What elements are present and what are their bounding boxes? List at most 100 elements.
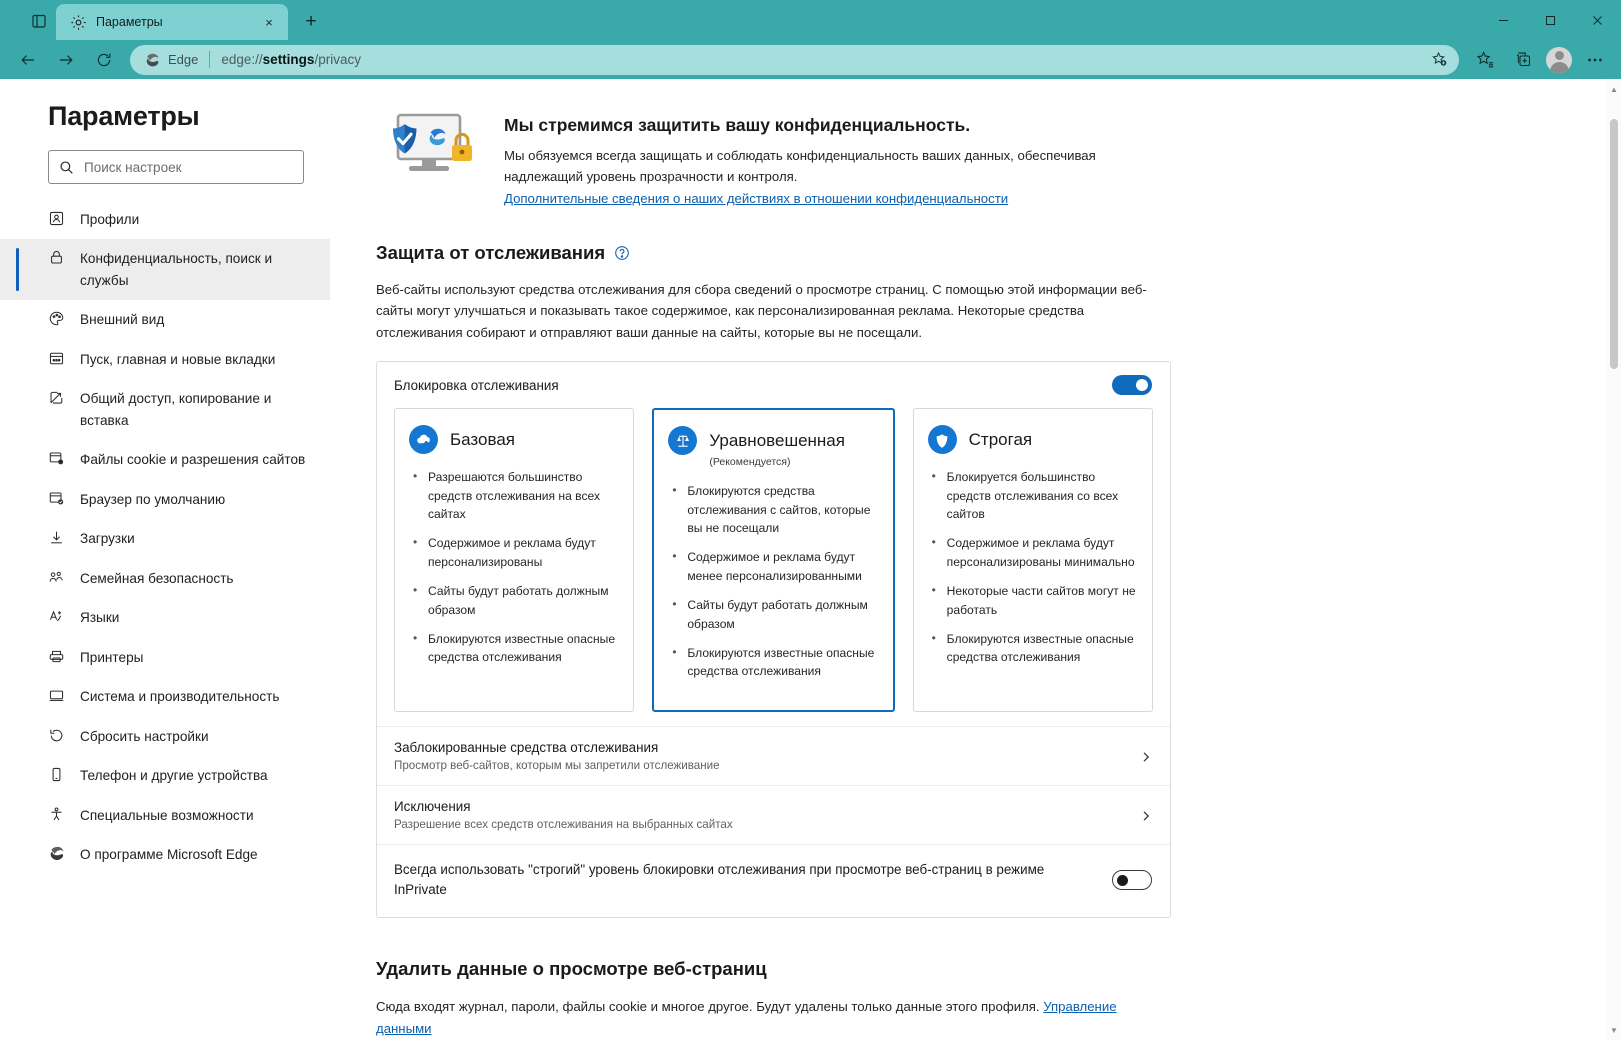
level-name: Базовая (450, 429, 515, 449)
sidebar-item-cookies[interactable]: Файлы cookie и разрешения сайтов (0, 440, 330, 479)
close-window-button[interactable] (1574, 0, 1621, 40)
family-icon (48, 569, 65, 586)
tracking-section-header: Защита от отслеживания (376, 242, 1176, 264)
sidebar-item-label: Принтеры (80, 649, 144, 665)
sidebar-item-reset[interactable]: Сбросить настройки (0, 717, 330, 756)
basic-cloud-icon (409, 425, 438, 455)
share-icon (48, 389, 65, 406)
reset-icon (48, 727, 65, 744)
level-bullet: Содержимое и реклама будут персонализиро… (928, 533, 1138, 571)
palette-icon (48, 310, 65, 327)
address-bar[interactable]: Edge edge://settings/privacy (130, 44, 1459, 75)
row-subtitle: Просмотр веб-сайтов, которым мы запретил… (394, 758, 720, 772)
blocked-trackers-row[interactable]: Заблокированные средства отслеживания Пр… (377, 725, 1170, 785)
level-bullets: Блокируется большинство средств отслежив… (928, 467, 1138, 667)
banner-heading: Мы стремимся защитить вашу конфиденциаль… (504, 115, 971, 135)
level-bullet: Некоторые части сайтов могут не работать (928, 581, 1138, 619)
settings-page: Параметры Поиск настроек Профили Конфиде… (0, 79, 1621, 1040)
sidebar-item-privacy[interactable]: Конфиденциальность, поиск и службы (0, 239, 330, 301)
inprivate-strict-label: Всегда использовать "строгий" уровень бл… (394, 861, 1045, 898)
level-bullet: Блокируются известные опасные средства о… (409, 629, 619, 667)
privacy-illustration-icon (376, 109, 484, 189)
settings-search-box[interactable] (48, 150, 304, 184)
language-icon (48, 608, 65, 625)
reload-button[interactable] (86, 44, 122, 76)
maximize-button[interactable] (1527, 0, 1574, 40)
tracking-level-cards: Базовая Разрешаются большинство средств … (377, 408, 1170, 725)
inprivate-strict-toggle[interactable] (1112, 870, 1152, 891)
add-favorite-icon[interactable] (1425, 47, 1453, 73)
back-button[interactable] (10, 44, 46, 76)
tracking-level-strict[interactable]: Строгая Блокируется большинство средств … (912, 408, 1153, 712)
tracking-level-balanced[interactable]: Уравновешенная (Рекомендуется) Блокируют… (652, 408, 895, 712)
sidebar-item-label: Сбросить настройки (80, 728, 209, 744)
level-bullet: Содержимое и реклама будут персонализиро… (409, 533, 619, 571)
level-bullet: Блокируются известные опасные средства о… (928, 629, 1138, 667)
scroll-thumb[interactable] (1610, 119, 1618, 369)
banner-paragraph: Мы обязуемся всегда защищать и соблюдать… (504, 148, 1096, 185)
sidebar-item-about[interactable]: О программе Microsoft Edge (0, 835, 330, 874)
page-title: Параметры (48, 101, 200, 131)
tab-title: Параметры (96, 15, 163, 29)
sidebar-item-phone[interactable]: Телефон и другие устройства (0, 756, 330, 795)
sidebar-item-system[interactable]: Система и производительность (0, 677, 330, 716)
sidebar-item-label: Общий доступ, копирование и вставка (80, 391, 272, 428)
level-name: Уравновешенная (709, 430, 845, 450)
navigation-toolbar: Edge edge://settings/privacy (0, 40, 1621, 79)
sidebar-item-appearance[interactable]: Внешний вид (0, 300, 330, 339)
sidebar-item-label: Пуск, главная и новые вкладки (80, 351, 276, 367)
tracking-description: Веб-сайты используют средства отслеживан… (376, 281, 1147, 340)
exceptions-row[interactable]: Исключения Разрешение всех средств отсле… (377, 784, 1170, 844)
search-input[interactable] (84, 159, 293, 175)
new-tab-button[interactable]: + (296, 7, 326, 37)
lock-icon (48, 249, 65, 266)
sidebar-item-label: О программе Microsoft Edge (80, 846, 258, 862)
sidebar-item-default-browser[interactable]: Браузер по умолчанию (0, 480, 330, 519)
phone-icon (48, 766, 65, 783)
sidebar-item-share[interactable]: Общий доступ, копирование и вставка (0, 379, 330, 440)
tracking-toggle-label: Блокировка отслеживания (394, 377, 559, 393)
balance-scales-icon (668, 426, 698, 456)
sidebar-item-downloads[interactable]: Загрузки (0, 519, 330, 558)
sidebar-item-startup[interactable]: Пуск, главная и новые вкладки (0, 340, 330, 379)
settings-sidebar: Параметры Поиск настроек Профили Конфиде… (0, 79, 330, 1040)
help-icon[interactable] (614, 245, 630, 261)
omnibox-separator (209, 51, 211, 68)
browser-tab-settings[interactable]: Параметры × (56, 4, 288, 40)
page-scrollbar[interactable]: ▲ ▼ (1607, 79, 1621, 1040)
level-bullet: Блокируются средства отслеживания с сайт… (668, 481, 878, 537)
minimize-button[interactable] (1480, 0, 1527, 40)
tracking-prevention-toggle[interactable] (1112, 375, 1152, 396)
delete-section-title: Удалить данные о просмотре веб-страниц (376, 958, 767, 980)
sidebar-item-languages[interactable]: Языки (0, 598, 330, 637)
scroll-down-arrow[interactable]: ▼ (1607, 1022, 1621, 1038)
delete-section-description: Сюда входят журнал, пароли, файлы cookie… (376, 996, 1136, 1039)
sidebar-item-label: Браузер по умолчанию (80, 491, 226, 507)
sidebar-item-label: Специальные возможности (80, 807, 254, 823)
chevron-right-icon (1140, 750, 1152, 762)
sidebar-item-label: Семейная безопасность (80, 570, 234, 586)
collections-button[interactable] (1505, 44, 1541, 76)
favorites-button[interactable] (1467, 44, 1503, 76)
download-icon (48, 529, 65, 546)
privacy-learn-more-link[interactable]: Дополнительные сведения о наших действия… (504, 191, 1008, 206)
sidebar-item-profiles[interactable]: Профили (0, 200, 330, 239)
omnibox-url[interactable]: edge://settings/privacy (221, 52, 1425, 67)
browser-window: Параметры × + Edge edge://settings/priva… (0, 0, 1621, 1040)
level-bullet: Блокируются известные опасные средства о… (668, 643, 878, 681)
cookie-icon (48, 450, 65, 467)
tracking-level-basic[interactable]: Базовая Разрешаются большинство средств … (394, 408, 635, 712)
settings-more-button[interactable] (1577, 44, 1613, 76)
profile-avatar-button[interactable] (1543, 44, 1575, 76)
tracking-toggle-row: Блокировка отслеживания (377, 362, 1170, 408)
sidebar-item-printers[interactable]: Принтеры (0, 638, 330, 677)
scroll-up-arrow[interactable]: ▲ (1607, 81, 1621, 97)
close-icon[interactable]: × (258, 11, 280, 33)
tab-list-button[interactable] (22, 6, 56, 36)
default-browser-icon (48, 490, 65, 507)
sidebar-item-family[interactable]: Семейная безопасность (0, 559, 330, 598)
accessibility-icon (48, 806, 65, 823)
sidebar-item-accessibility[interactable]: Специальные возможности (0, 796, 330, 835)
edge-logo-icon (144, 52, 160, 68)
forward-button[interactable] (48, 44, 84, 76)
